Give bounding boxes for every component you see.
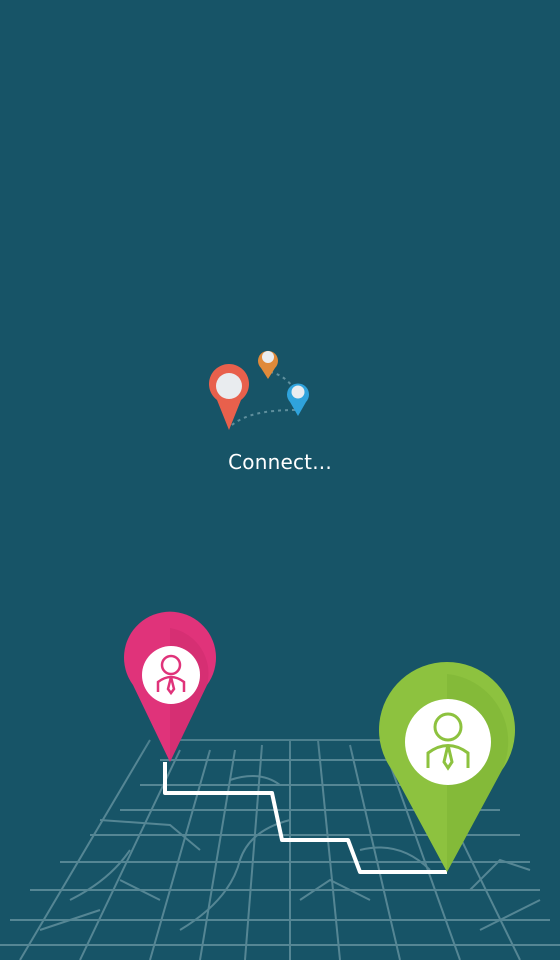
route-map-illustration [0, 600, 560, 960]
orange-pin-icon [258, 350, 278, 379]
splash-screen: Connect... [0, 0, 560, 960]
connecting-status-text: Connect... [228, 450, 332, 474]
red-pin-icon [209, 364, 249, 430]
location-pins-logo-icon [209, 350, 309, 430]
blue-pin-icon [287, 383, 309, 416]
